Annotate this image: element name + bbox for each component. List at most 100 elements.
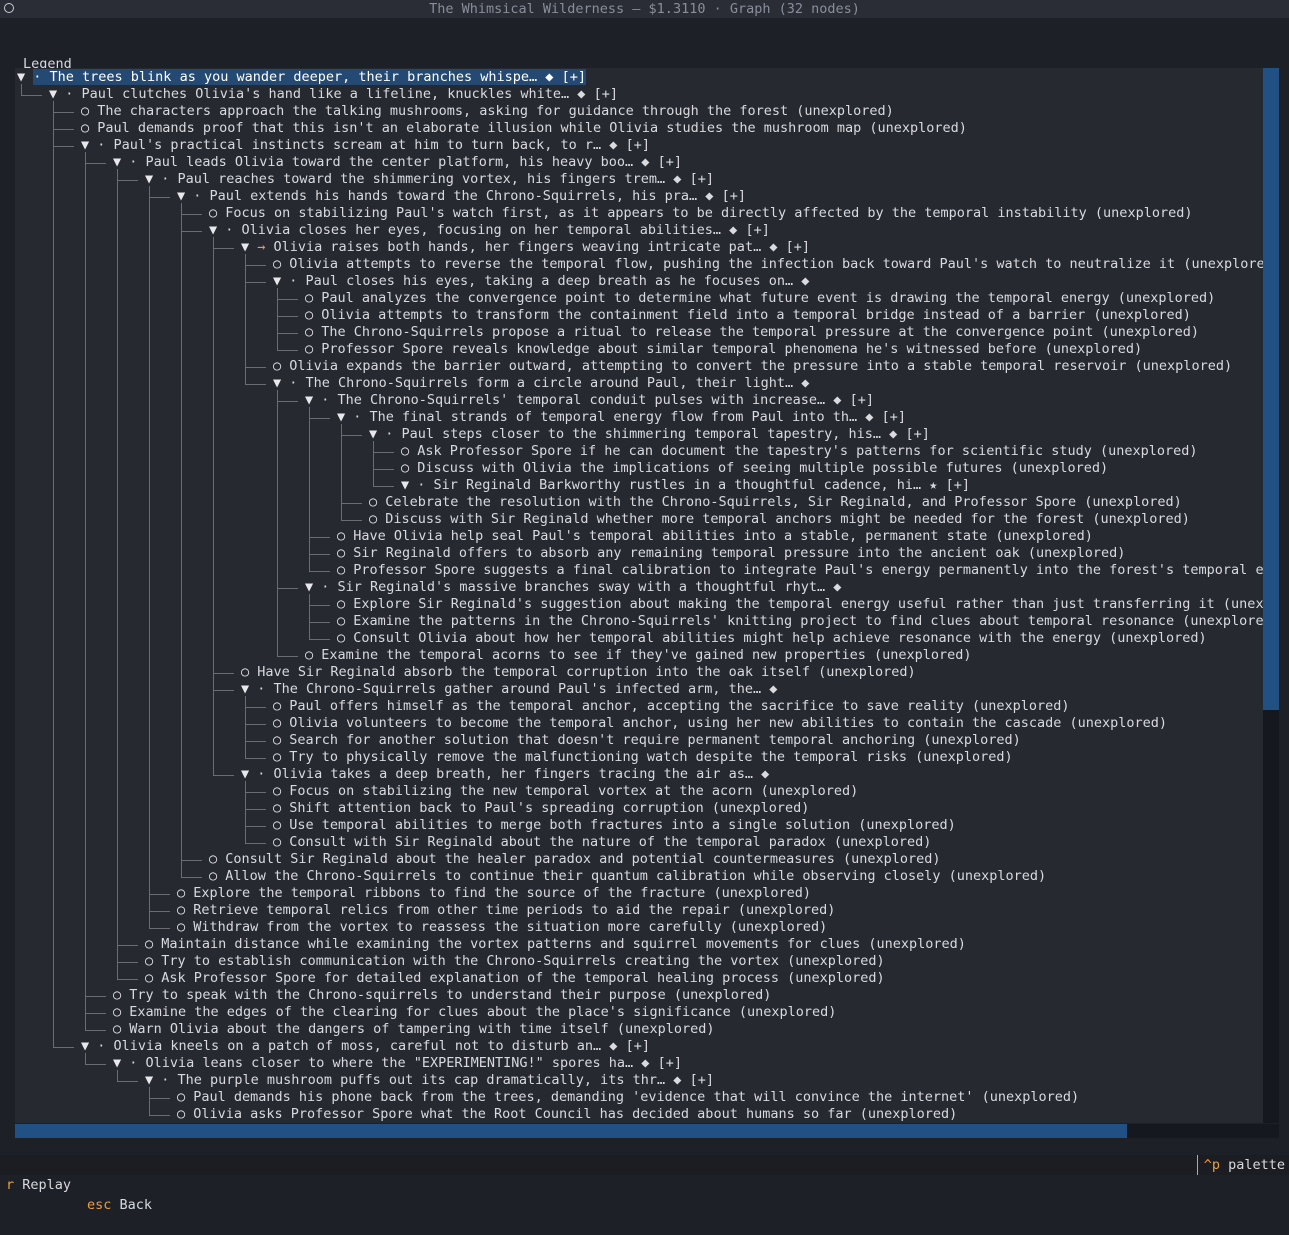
expand-triangle-icon[interactable]: ▼ xyxy=(241,766,257,782)
tree-beat-row[interactable]: ▼ · The trees blink as you wander deeper… xyxy=(15,69,1263,86)
tree-choice-row[interactable]: ○ Allow the Chrono-Squirrels to continue… xyxy=(15,868,1263,885)
tree-choice-row[interactable]: ○ Ask Professor Spore if he can document… xyxy=(15,443,1263,460)
horizontal-scrollbar-track[interactable] xyxy=(1127,1124,1279,1138)
tree-choice-row[interactable]: ○ Ask Professor Spore for detailed expla… xyxy=(15,970,1263,987)
tree-choice-row[interactable]: ○ Withdraw from the vortex to reassess t… xyxy=(15,919,1263,936)
tree-choice-row[interactable]: ○ Olivia asks Professor Spore what the R… xyxy=(15,1106,1263,1123)
expand-triangle-icon[interactable]: ▼ xyxy=(113,1055,129,1071)
tree-choice-row[interactable]: ○ Olivia attempts to transform the conta… xyxy=(15,307,1263,324)
tree-choice-row[interactable]: ○ Consult Olivia about how her temporal … xyxy=(15,630,1263,647)
expand-triangle-icon[interactable]: ▼ xyxy=(17,69,33,85)
tree-beat-row[interactable]: ▼ · Olivia kneels on a patch of moss, ca… xyxy=(15,1038,1263,1055)
tree-choice-row[interactable]: ○ Examine the edges of the clearing for … xyxy=(15,1004,1263,1021)
tree-choice-row[interactable]: ○ Retrieve temporal relics from other ti… xyxy=(15,902,1263,919)
expand-triangle-icon[interactable]: ▼ xyxy=(81,137,97,153)
tree-choice-row[interactable]: ○ Professor Spore suggests a final calib… xyxy=(15,562,1263,579)
horizontal-scrollbar-thumb[interactable] xyxy=(15,1124,1127,1138)
tree-choice-row[interactable]: ○ Paul analyzes the convergence point to… xyxy=(15,290,1263,307)
story-graph-tree[interactable]: ▼ · The trees blink as you wander deeper… xyxy=(15,68,1263,1123)
tree-choice-row[interactable]: ○ Have Olivia help seal Paul's temporal … xyxy=(15,528,1263,545)
tree-choice-row[interactable]: ○ Search for another solution that doesn… xyxy=(15,732,1263,749)
current-arrow-icon: → xyxy=(257,239,266,255)
expand-triangle-icon[interactable]: ▼ xyxy=(49,86,65,102)
tree-beat-row[interactable]: ▼ · Olivia takes a deep breath, her fing… xyxy=(15,766,1263,783)
tree-choice-row[interactable]: ○ Consult with Sir Reginald about the na… xyxy=(15,834,1263,851)
tree-choice-row[interactable]: ○ Explore the temporal ribbons to find t… xyxy=(15,885,1263,902)
expand-triangle-icon[interactable]: ▼ xyxy=(241,239,257,255)
tree-choice-row[interactable]: ○ Have Sir Reginald absorb the temporal … xyxy=(15,664,1263,681)
unexplored-circle-icon: ○ xyxy=(337,545,354,561)
tree-choice-row[interactable]: ○ Examine the temporal acorns to see if … xyxy=(15,647,1263,664)
tree-choice-row[interactable]: ○ Olivia expands the barrier outward, at… xyxy=(15,358,1263,375)
tree-beat-row[interactable]: ▼ · Paul's practical instincts scream at… xyxy=(15,137,1263,154)
tree-choice-row[interactable]: ○ Try to establish communication with th… xyxy=(15,953,1263,970)
tree-choice-row[interactable]: ○ The Chrono-Squirrels propose a ritual … xyxy=(15,324,1263,341)
palette-shortcut[interactable]: ^p palette xyxy=(1196,1155,1285,1175)
tree-choice-row[interactable]: ○ Sir Reginald offers to absorb any rema… xyxy=(15,545,1263,562)
tree-choice-row[interactable]: ○ Explore Sir Reginald's suggestion abou… xyxy=(15,596,1263,613)
tree-beat-row[interactable]: ▼ · Paul closes his eyes, taking a deep … xyxy=(15,273,1263,290)
unexplored-circle-icon: ○ xyxy=(305,307,322,323)
expand-triangle-icon[interactable]: ▼ xyxy=(209,222,225,238)
expand-triangle-icon[interactable]: ▼ xyxy=(177,188,193,204)
expand-triangle-icon[interactable]: ▼ xyxy=(305,579,321,595)
tree-row-label: The characters approach the talking mush… xyxy=(97,103,894,119)
unexplored-circle-icon: ○ xyxy=(337,562,354,578)
tree-beat-row[interactable]: ▼ · Paul leads Olivia toward the center … xyxy=(15,154,1263,171)
tree-choice-row[interactable]: ○ Consult Sir Reginald about the healer … xyxy=(15,851,1263,868)
tree-choice-row[interactable]: ○ Discuss with Olivia the implications o… xyxy=(15,460,1263,477)
tree-choice-row[interactable]: ○ Focus on stabilizing Paul's watch firs… xyxy=(15,205,1263,222)
unexplored-circle-icon: ○ xyxy=(273,834,290,850)
tree-choice-row[interactable]: ○ Try to speak with the Chrono-squirrels… xyxy=(15,987,1263,1004)
tree-beat-row[interactable]: ▼ · The Chrono-Squirrels form a circle a… xyxy=(15,375,1263,392)
tree-choice-row[interactable]: ○ Maintain distance while examining the … xyxy=(15,936,1263,953)
expand-triangle-icon[interactable]: ▼ xyxy=(337,409,353,425)
expand-triangle-icon[interactable]: ▼ xyxy=(81,1038,97,1054)
tree-choice-row[interactable]: ○ Olivia attempts to reverse the tempora… xyxy=(15,256,1263,273)
tree-choice-row[interactable]: ○ Examine the patterns in the Chrono-Squ… xyxy=(15,613,1263,630)
tree-beat-row[interactable]: ▼ · Paul reaches toward the shimmering v… xyxy=(15,171,1263,188)
tree-beat-row[interactable]: ▼ · The Chrono-Squirrels' temporal condu… xyxy=(15,392,1263,409)
expand-triangle-icon[interactable]: ▼ xyxy=(401,477,417,493)
tree-choice-row[interactable]: ○ Olivia volunteers to become the tempor… xyxy=(15,715,1263,732)
expand-triangle-icon[interactable]: ▼ xyxy=(113,154,129,170)
back-shortcut[interactable]: esc Back xyxy=(87,1195,152,1215)
tree-beat-row[interactable]: ▼ · The Chrono-Squirrels gather around P… xyxy=(15,681,1263,698)
tree-choice-row[interactable]: ○ Focus on stabilizing the new temporal … xyxy=(15,783,1263,800)
tree-choice-row[interactable]: ○ Paul offers himself as the temporal an… xyxy=(15,698,1263,715)
tree-choice-row[interactable]: ○ The characters approach the talking mu… xyxy=(15,103,1263,120)
tree-beat-row[interactable]: ▼ · Sir Reginald Barkworthy rustles in a… xyxy=(15,477,1263,494)
expand-triangle-icon[interactable]: ▼ xyxy=(273,273,289,289)
expand-triangle-icon[interactable]: ▼ xyxy=(145,1072,161,1088)
tree-row-label: Try to physically remove the malfunction… xyxy=(289,749,1013,765)
expand-triangle-icon[interactable]: ▼ xyxy=(369,426,385,442)
tree-choice-row[interactable]: ○ Celebrate the resolution with the Chro… xyxy=(15,494,1263,511)
tree-beat-row[interactable]: ▼ · Olivia leans closer to where the "EX… xyxy=(15,1055,1263,1072)
replay-shortcut[interactable]: r Replay xyxy=(6,1175,71,1195)
expand-triangle-icon[interactable]: ▼ xyxy=(241,681,257,697)
tree-beat-row[interactable]: ▼ → Olivia raises both hands, her finger… xyxy=(15,239,1263,256)
tree-choice-row[interactable]: ○ Warn Olivia about the dangers of tampe… xyxy=(15,1021,1263,1038)
tree-beat-row[interactable]: ▼ · Olivia closes her eyes, focusing on … xyxy=(15,222,1263,239)
window-circle-icon[interactable] xyxy=(4,3,14,13)
tree-choice-row[interactable]: ○ Professor Spore reveals knowledge abou… xyxy=(15,341,1263,358)
tree-beat-row[interactable]: ▼ · Paul steps closer to the shimmering … xyxy=(15,426,1263,443)
tree-beat-row[interactable]: ▼ · The purple mushroom puffs out its ca… xyxy=(15,1072,1263,1089)
vertical-scrollbar-thumb[interactable] xyxy=(1263,68,1279,710)
tree-choice-row[interactable]: ○ Shift attention back to Paul's spreadi… xyxy=(15,800,1263,817)
tree-beat-row[interactable]: ▼ · Paul extends his hands toward the Ch… xyxy=(15,188,1263,205)
tree-choice-row[interactable]: ○ Try to physically remove the malfuncti… xyxy=(15,749,1263,766)
tree-choice-row[interactable]: ○ Use temporal abilities to merge both f… xyxy=(15,817,1263,834)
unexplored-circle-icon: ○ xyxy=(81,120,98,136)
unexplored-circle-icon: ○ xyxy=(145,970,162,986)
tree-beat-row[interactable]: ▼ · Sir Reginald's massive branches sway… xyxy=(15,579,1263,596)
tree-beat-row[interactable]: ▼ · The final strands of temporal energy… xyxy=(15,409,1263,426)
window-title: The Whimsical Wilderness — $1.3110 · Gra… xyxy=(429,1,860,17)
tree-choice-row[interactable]: ○ Paul demands his phone back from the t… xyxy=(15,1089,1263,1106)
tree-choice-row[interactable]: ○ Discuss with Sir Reginald whether more… xyxy=(15,511,1263,528)
expand-triangle-icon[interactable]: ▼ xyxy=(273,375,289,391)
expand-triangle-icon[interactable]: ▼ xyxy=(145,171,161,187)
tree-beat-row[interactable]: ▼ · Paul clutches Olivia's hand like a l… xyxy=(15,86,1263,103)
tree-choice-row[interactable]: ○ Paul demands proof that this isn't an … xyxy=(15,120,1263,137)
expand-triangle-icon[interactable]: ▼ xyxy=(305,392,321,408)
